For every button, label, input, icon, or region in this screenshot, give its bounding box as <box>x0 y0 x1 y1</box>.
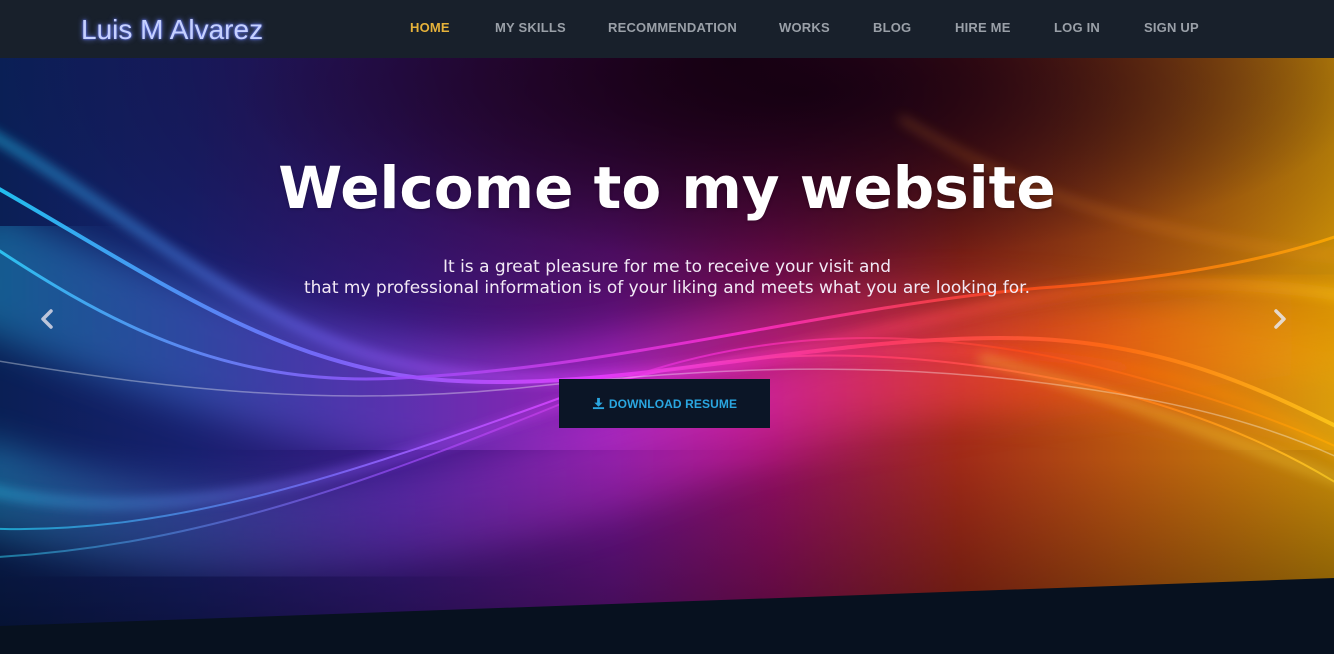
nav-item-recommendation[interactable]: RECOMMENDATION <box>608 20 737 35</box>
download-resume-button[interactable]: DOWNLOAD RESUME <box>559 379 770 428</box>
hero-carousel: Welcome to my website It is a great plea… <box>0 58 1334 654</box>
nav-item-hire-me[interactable]: HIRE ME <box>955 20 1011 35</box>
download-icon <box>592 397 604 410</box>
nav-item-my-skills[interactable]: MY SKILLS <box>495 20 566 35</box>
nav-item-log-in[interactable]: LOG IN <box>1054 20 1100 35</box>
hero-bottom-slant <box>0 578 1334 654</box>
nav-item-sign-up[interactable]: SIGN UP <box>1144 20 1199 35</box>
hero-subtitle-line-2: that my professional information is of y… <box>303 278 1031 298</box>
hero-subtitle: It is a great pleasure for me to receive… <box>0 257 1334 299</box>
nav-item-blog[interactable]: BLOG <box>873 20 911 35</box>
download-resume-label: DOWNLOAD RESUME <box>608 396 738 411</box>
nav-item-works[interactable]: WORKS <box>779 20 830 35</box>
chevron-right-icon <box>1274 309 1286 329</box>
hero-title: Welcome to my website <box>278 154 1056 222</box>
carousel-prev-button[interactable] <box>33 304 61 334</box>
carousel-next-button[interactable] <box>1266 304 1294 334</box>
main-nav: HOME MY SKILLS RECOMMENDATION WORKS BLOG… <box>0 0 1334 58</box>
nav-item-home[interactable]: HOME <box>410 20 450 35</box>
top-navbar: Luis M Alvarez HOME MY SKILLS RECOMMENDA… <box>0 0 1334 58</box>
chevron-left-icon <box>41 309 53 329</box>
hero-subtitle-line-1: It is a great pleasure for me to receive… <box>443 257 891 277</box>
page: Luis M Alvarez HOME MY SKILLS RECOMMENDA… <box>0 0 1334 654</box>
